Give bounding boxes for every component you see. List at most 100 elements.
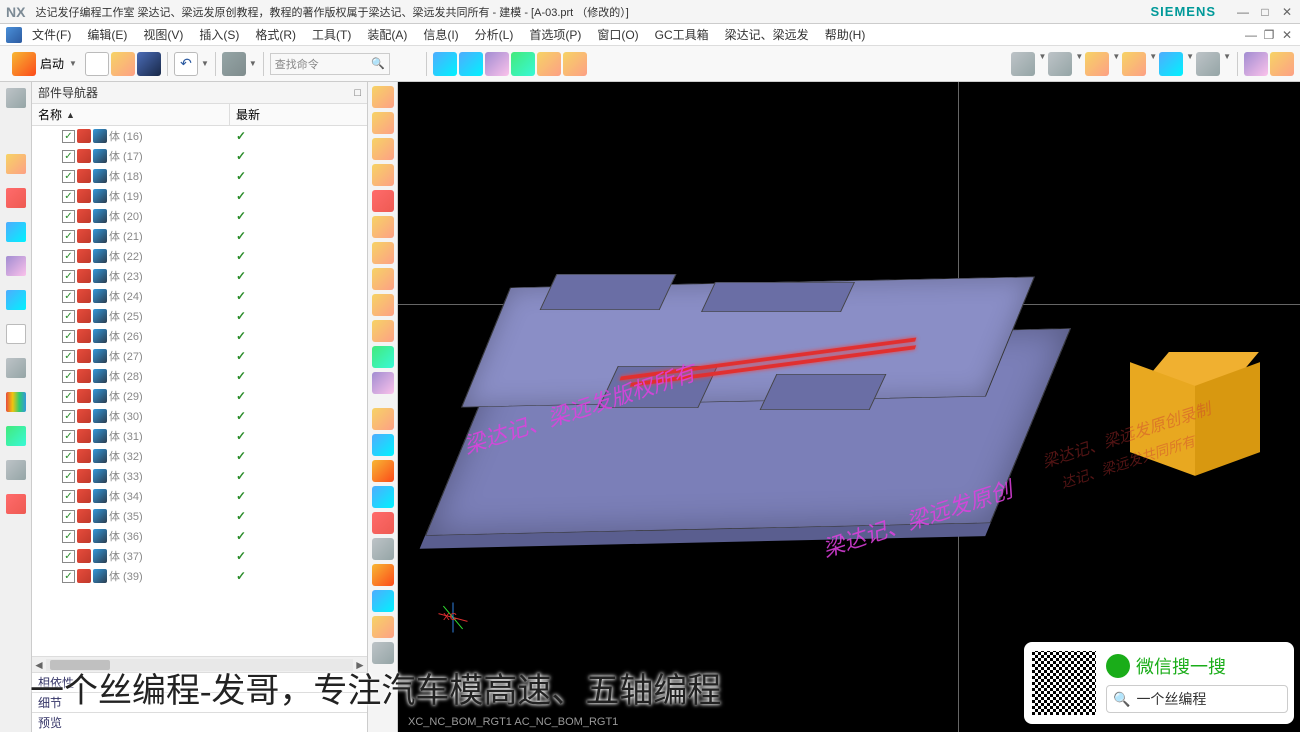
assembly-nav-tab[interactable] [6,188,26,208]
mirror-icon[interactable] [372,486,394,508]
tree-row[interactable]: ✓体 (30)✓ [32,406,367,426]
misc-button-1[interactable] [1244,52,1268,76]
tree-row[interactable]: ✓体 (29)✓ [32,386,367,406]
view-tool-5[interactable] [537,52,561,76]
checkbox-icon[interactable]: ✓ [62,190,75,203]
checkbox-icon[interactable]: ✓ [62,510,75,523]
view-tool-6[interactable] [563,52,587,76]
shade-button[interactable] [1048,52,1072,76]
tree-row[interactable]: ✓体 (18)✓ [32,166,367,186]
tree-row[interactable]: ✓体 (37)✓ [32,546,367,566]
maximize-button[interactable]: □ [1258,5,1272,19]
tree-row[interactable]: ✓体 (16)✓ [32,126,367,146]
checkbox-icon[interactable]: ✓ [62,290,75,303]
new-button[interactable] [85,52,109,76]
menu-analysis[interactable]: 分析(L) [469,24,520,45]
misc-button-2[interactable] [1270,52,1294,76]
close-button[interactable]: ✕ [1280,5,1294,19]
checkbox-icon[interactable]: ✓ [62,150,75,163]
menu-insert[interactable]: 插入(S) [193,24,245,45]
nav-tree[interactable]: ✓体 (16)✓✓体 (17)✓✓体 (18)✓✓体 (19)✓✓体 (20)✓… [32,126,367,656]
blend-icon[interactable] [372,320,394,342]
tree-row[interactable]: ✓体 (20)✓ [32,206,367,226]
revolve-icon[interactable] [372,138,394,160]
print-button[interactable] [222,52,246,76]
menu-help[interactable]: 帮助(H) [819,24,872,45]
checkbox-icon[interactable]: ✓ [62,430,75,443]
checkbox-icon[interactable]: ✓ [62,310,75,323]
copy-icon[interactable] [372,434,394,456]
analysis-icon[interactable] [372,590,394,612]
tools-tab[interactable] [6,460,26,480]
checkbox-icon[interactable]: ✓ [62,530,75,543]
history-tab[interactable] [6,324,26,344]
col-latest-header[interactable]: 最新 [230,104,367,125]
command-search[interactable]: 查找命令 🔍 [270,53,390,75]
shell-icon[interactable] [372,346,394,368]
menu-assembly[interactable]: 装配(A) [361,24,413,45]
tree-row[interactable]: ✓体 (34)✓ [32,486,367,506]
hole-icon[interactable] [372,164,394,186]
checkbox-icon[interactable]: ✓ [62,550,75,563]
internet-tab[interactable] [6,290,26,310]
constraint-nav-tab[interactable] [6,222,26,242]
minimize-button[interactable]: — [1236,5,1250,19]
checkbox-icon[interactable]: ✓ [62,370,75,383]
checkbox-icon[interactable]: ✓ [62,470,75,483]
menu-format[interactable]: 格式(R) [249,24,302,45]
open-button[interactable] [111,52,135,76]
tree-row[interactable]: ✓体 (25)✓ [32,306,367,326]
menu-edit[interactable]: 编辑(E) [81,24,133,45]
menu-file[interactable]: 文件(F) [26,24,77,45]
menu-window[interactable]: 窗口(O) [591,24,644,45]
checkbox-icon[interactable]: ✓ [62,130,75,143]
trim-icon[interactable] [372,268,394,290]
delete-icon[interactable] [372,512,394,534]
mdi-close[interactable]: ✕ [1280,28,1294,42]
chamfer-icon[interactable] [372,294,394,316]
extrude-icon[interactable] [372,112,394,134]
unite-icon[interactable] [372,216,394,238]
col-name-header[interactable]: 名称 ▲ [32,104,230,125]
checkbox-icon[interactable]: ✓ [62,330,75,343]
roles-tab[interactable] [6,426,26,446]
tree-row[interactable]: ✓体 (28)✓ [32,366,367,386]
checkbox-icon[interactable]: ✓ [62,390,75,403]
tree-row[interactable]: ✓体 (33)✓ [32,466,367,486]
start-button[interactable]: 启动 ▼ [6,50,83,78]
tree-row[interactable]: ✓体 (35)✓ [32,506,367,526]
draft-icon[interactable] [372,372,394,394]
tree-row[interactable]: ✓体 (26)✓ [32,326,367,346]
measure-icon[interactable] [372,538,394,560]
move-icon[interactable] [372,408,394,430]
view-tool-2[interactable] [459,52,483,76]
tree-row[interactable]: ✓体 (39)✓ [32,566,367,586]
tree-row[interactable]: ✓体 (24)✓ [32,286,367,306]
cam-tab[interactable] [6,494,26,514]
tree-row[interactable]: ✓体 (23)✓ [32,266,367,286]
datum-icon[interactable] [372,190,394,212]
assembly-icon[interactable] [372,564,394,586]
mdi-restore[interactable]: ❐ [1262,28,1276,42]
subtract-icon[interactable] [372,242,394,264]
checkbox-icon[interactable]: ✓ [62,570,75,583]
menu-author[interactable]: 梁达记、梁远发 [719,24,815,45]
view-tool-3[interactable] [485,52,509,76]
checkbox-icon[interactable]: ✓ [62,250,75,263]
wechat-search[interactable]: 🔍 一个丝编程 [1106,685,1288,713]
tree-row[interactable]: ✓体 (32)✓ [32,446,367,466]
view-tool-1[interactable] [433,52,457,76]
layer-button[interactable] [1122,52,1146,76]
render-button[interactable] [1085,52,1109,76]
reuse-library-tab[interactable] [6,256,26,276]
export-icon[interactable] [372,642,394,664]
menu-gctoolbox[interactable]: GC工具箱 [649,24,715,45]
tree-row[interactable]: ✓体 (22)✓ [32,246,367,266]
part-nav-tab[interactable] [6,154,26,174]
save-button[interactable] [137,52,161,76]
gear-icon[interactable] [6,88,26,108]
section-preview[interactable]: 预览 [32,712,367,732]
checkbox-icon[interactable]: ✓ [62,270,75,283]
checkbox-icon[interactable]: ✓ [62,410,75,423]
section-button[interactable] [1159,52,1183,76]
